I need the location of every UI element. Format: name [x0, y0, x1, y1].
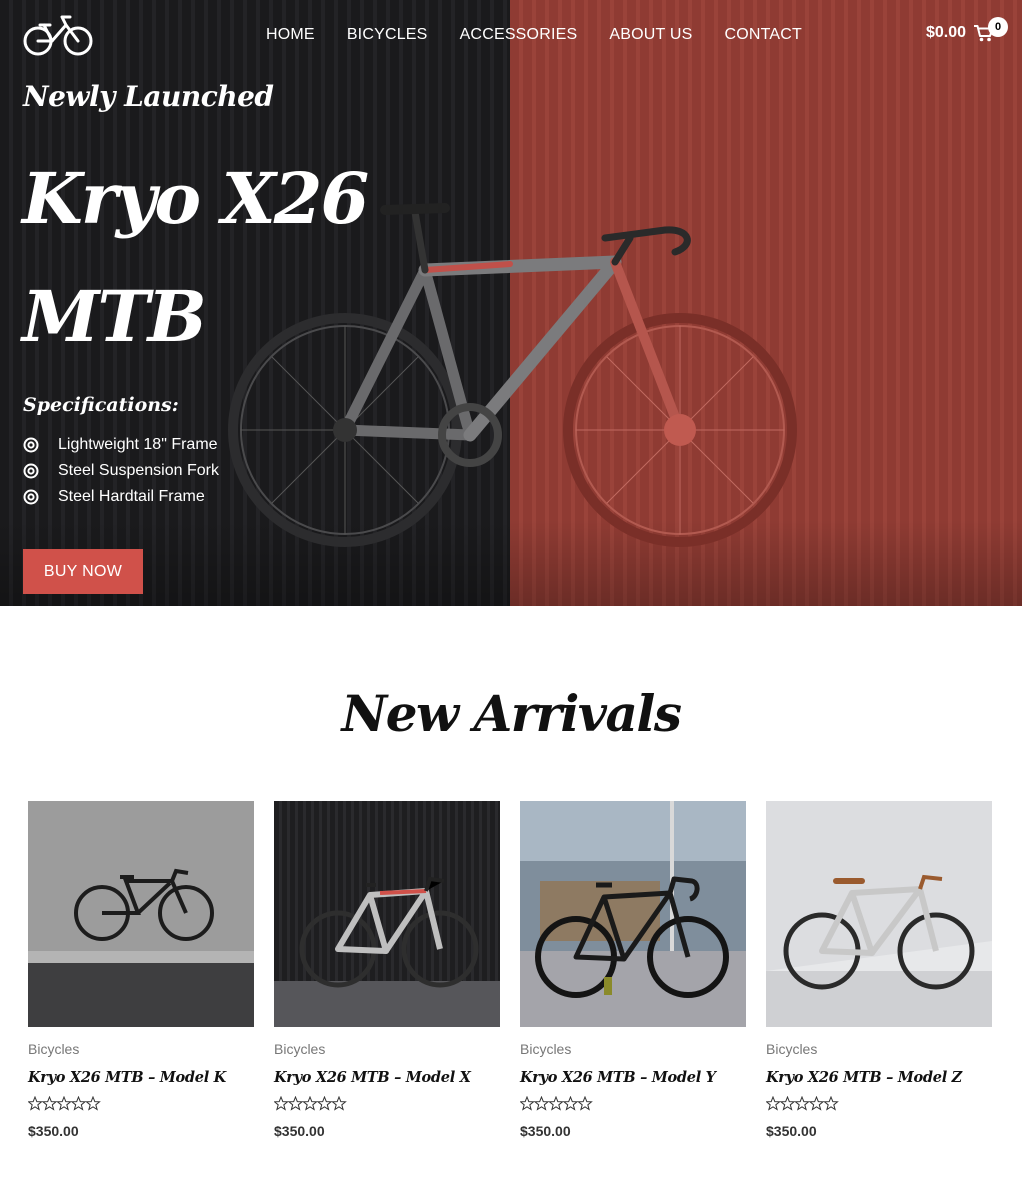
star-rating [27, 1095, 101, 1111]
target-icon [23, 437, 39, 453]
cart-button[interactable]: $0.00 [926, 24, 994, 42]
product-name[interactable]: Kryo X26 MTB – Model X [274, 1069, 500, 1086]
target-icon [23, 463, 39, 479]
specs-heading: Specifications: [23, 394, 179, 416]
product-card: Bicycles Kryo X26 MTB – Model Y $350.00 [519, 801, 746, 1139]
product-price: $350.00 [520, 1123, 571, 1139]
product-name[interactable]: Kryo X26 MTB – Model K [28, 1069, 254, 1086]
spec-item: Steel Suspension Fork [23, 458, 219, 484]
product-image[interactable] [520, 801, 746, 1027]
product-image[interactable] [766, 801, 992, 1027]
product-category[interactable]: Bicycles [28, 1041, 254, 1057]
nav-home[interactable]: HOME [250, 26, 331, 44]
cart-total: $0.00 [925, 24, 966, 41]
nav-about-us[interactable]: ABOUT US [593, 26, 708, 44]
hero-title: Kryo X26 MTB [22, 157, 369, 358]
product-card: Bicycles Kryo X26 MTB – Model K $350.00 [27, 801, 254, 1139]
spec-label: Steel Hardtail Frame [58, 488, 205, 505]
star-rating [273, 1095, 347, 1111]
product-price: $350.00 [766, 1123, 817, 1139]
star-rating [519, 1095, 593, 1111]
spec-item: Steel Hardtail Frame [23, 484, 219, 510]
product-category[interactable]: Bicycles [766, 1041, 992, 1057]
product-category[interactable]: Bicycles [274, 1041, 500, 1057]
bicycle-logo-icon[interactable] [22, 13, 94, 57]
specs-list: Lightweight 18" Frame Steel Suspension F… [23, 432, 219, 510]
product-name[interactable]: Kryo X26 MTB – Model Y [520, 1069, 746, 1086]
hero-eyebrow: Newly Launched [23, 80, 274, 113]
spec-label: Lightweight 18" Frame [58, 436, 218, 453]
spec-item: Lightweight 18" Frame [23, 432, 219, 458]
nav-contact[interactable]: CONTACT [708, 26, 818, 44]
target-icon [23, 489, 39, 505]
spec-label: Steel Suspension Fork [58, 462, 219, 479]
main-nav: HOME BICYCLES ACCESSORIES ABOUT US CONTA… [250, 26, 818, 44]
product-image[interactable] [28, 801, 254, 1027]
product-card: Bicycles Kryo X26 MTB – Model X $350.00 [273, 801, 500, 1139]
nav-bicycles[interactable]: BICYCLES [331, 26, 444, 44]
hero-banner: HOME BICYCLES ACCESSORIES ABOUT US CONTA… [0, 0, 1022, 606]
product-image[interactable] [274, 801, 500, 1027]
product-price: $350.00 [28, 1123, 79, 1139]
product-name[interactable]: Kryo X26 MTB – Model Z [766, 1069, 992, 1086]
product-price: $350.00 [274, 1123, 325, 1139]
cart-count-badge: 0 [988, 17, 1008, 37]
new-arrivals-title: New Arrivals [341, 684, 682, 743]
product-card: Bicycles Kryo X26 MTB – Model Z $350.00 [765, 801, 992, 1139]
buy-now-button[interactable]: BUY NOW [23, 549, 143, 594]
product-category[interactable]: Bicycles [520, 1041, 746, 1057]
product-grid: Bicycles Kryo X26 MTB – Model K $350.00 [27, 801, 992, 1139]
nav-accessories[interactable]: ACCESSORIES [444, 26, 594, 44]
star-rating [765, 1095, 839, 1111]
site-header: HOME BICYCLES ACCESSORIES ABOUT US CONTA… [0, 0, 1022, 74]
